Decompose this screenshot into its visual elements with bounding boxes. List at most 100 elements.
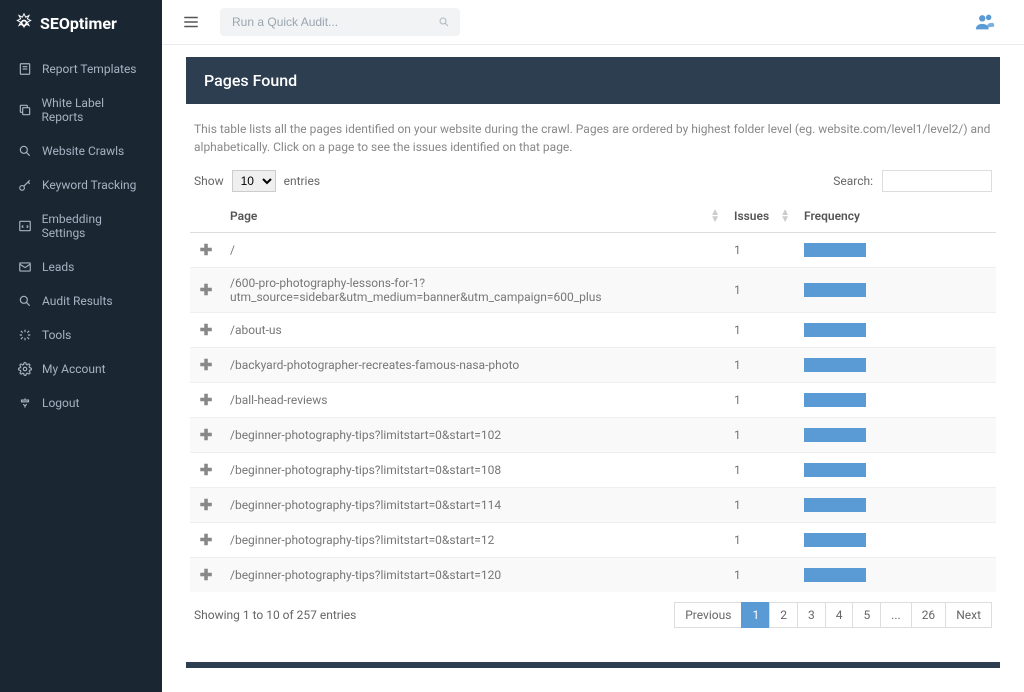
pages-found-panel: Pages Found This table lists all the pag… xyxy=(186,57,1000,642)
sidebar-item-label: My Account xyxy=(42,362,106,376)
sidebar-item-leads[interactable]: Leads xyxy=(0,250,162,284)
sidebar-item-label: Embedding Settings xyxy=(42,212,146,240)
frequency-cell xyxy=(796,233,996,268)
table-row[interactable]: ✚ /backyard-photographer-recreates-famou… xyxy=(190,348,996,383)
showing-info: Showing 1 to 10 of 257 entries xyxy=(194,608,356,622)
sidebar-item-logout[interactable]: Logout xyxy=(0,386,162,420)
sidebar-item-account[interactable]: My Account xyxy=(0,352,162,386)
page-cell: / xyxy=(222,233,726,268)
frequency-bar xyxy=(804,498,866,512)
search-icon xyxy=(16,144,34,158)
topbar xyxy=(162,0,1024,45)
expand-button[interactable]: ✚ xyxy=(200,356,213,374)
pages-table: Page▲▼ Issues▲▼ Frequency ✚ / 1 ✚ /600-p… xyxy=(190,200,996,592)
user-menu-button[interactable] xyxy=(974,11,996,33)
sidebar-item-crawls[interactable]: Website Crawls xyxy=(0,134,162,168)
page-button[interactable]: Next xyxy=(945,602,992,628)
expand-column xyxy=(190,200,222,233)
frequency-bar xyxy=(804,568,866,582)
frequency-bar xyxy=(804,428,866,442)
page-button[interactable]: 1 xyxy=(741,602,770,628)
expand-button[interactable]: ✚ xyxy=(200,321,213,339)
expand-button[interactable]: ✚ xyxy=(200,531,213,549)
quick-audit-input[interactable] xyxy=(220,8,460,36)
logo-icon xyxy=(14,13,34,33)
pagination: Previous12345...26Next xyxy=(674,602,992,628)
page-cell: /beginner-photography-tips?limitstart=0&… xyxy=(222,558,726,593)
expand-button[interactable]: ✚ xyxy=(200,241,213,259)
brand-logo[interactable]: SEOptimer xyxy=(0,0,162,46)
table-row[interactable]: ✚ / 1 xyxy=(190,233,996,268)
table-row[interactable]: ✚ /beginner-photography-tips?limitstart=… xyxy=(190,418,996,453)
sidebar-item-whitelabel[interactable]: White Label Reports xyxy=(0,86,162,134)
issues-cell: 1 xyxy=(726,233,796,268)
sidebar-item-label: Leads xyxy=(42,260,74,274)
table-search: Search: xyxy=(833,170,992,192)
table-row[interactable]: ✚ /beginner-photography-tips?limitstart=… xyxy=(190,453,996,488)
frequency-cell xyxy=(796,313,996,348)
sidebar-item-label: White Label Reports xyxy=(42,96,146,124)
page-button[interactable]: 4 xyxy=(825,602,854,628)
copy-icon xyxy=(16,103,34,117)
table-controls: Show 10 entries Search: xyxy=(190,170,996,200)
sidebar-item-embedding[interactable]: Embedding Settings xyxy=(0,202,162,250)
frequency-bar xyxy=(804,533,866,547)
frequency-column-header[interactable]: Frequency xyxy=(796,200,996,233)
sidebar-item-keyword[interactable]: Keyword Tracking xyxy=(0,168,162,202)
issues-cell: 1 xyxy=(726,418,796,453)
expand-button[interactable]: ✚ xyxy=(200,496,213,514)
frequency-cell xyxy=(796,453,996,488)
expand-button[interactable]: ✚ xyxy=(200,281,213,299)
expand-button[interactable]: ✚ xyxy=(200,461,213,479)
show-entries: Show 10 entries xyxy=(194,170,320,192)
table-row[interactable]: ✚ /ball-head-reviews 1 xyxy=(190,383,996,418)
entries-select[interactable]: 10 xyxy=(232,170,276,192)
frequency-cell xyxy=(796,558,996,593)
issues-cell: 1 xyxy=(726,488,796,523)
sidebar-item-label: Logout xyxy=(42,396,79,410)
hamburger-button[interactable] xyxy=(174,9,208,35)
expand-button[interactable]: ✚ xyxy=(200,391,213,409)
page-button[interactable]: 2 xyxy=(769,602,798,628)
mail-icon xyxy=(16,260,34,274)
page-cell: /600-pro-photography-lessons-for-1?utm_s… xyxy=(222,268,726,313)
frequency-cell xyxy=(796,488,996,523)
frequency-bar xyxy=(804,243,866,257)
page-cell: /beginner-photography-tips?limitstart=0&… xyxy=(222,418,726,453)
expand-button[interactable]: ✚ xyxy=(200,426,213,444)
search-label: Search: xyxy=(833,174,873,188)
page-cell: /beginner-photography-tips?limitstart=0&… xyxy=(222,453,726,488)
issues-cell: 1 xyxy=(726,453,796,488)
page-cell: /beginner-photography-tips?limitstart=0&… xyxy=(222,488,726,523)
page-button[interactable]: ... xyxy=(880,602,912,628)
frequency-cell xyxy=(796,348,996,383)
page-button[interactable]: 5 xyxy=(852,602,881,628)
page-cell: /about-us xyxy=(222,313,726,348)
page-button[interactable]: 26 xyxy=(911,602,947,628)
frequency-bar xyxy=(804,283,866,297)
page-cell: /backyard-photographer-recreates-famous-… xyxy=(222,348,726,383)
table-row[interactable]: ✚ /about-us 1 xyxy=(190,313,996,348)
sidebar-item-templates[interactable]: Report Templates xyxy=(0,52,162,86)
sidebar-item-tools[interactable]: Tools xyxy=(0,318,162,352)
frequency-bar xyxy=(804,358,866,372)
page-button[interactable]: 3 xyxy=(797,602,826,628)
frequency-bar xyxy=(804,323,866,337)
page-column-header[interactable]: Page▲▼ xyxy=(222,200,726,233)
table-row[interactable]: ✚ /beginner-photography-tips?limitstart=… xyxy=(190,488,996,523)
expand-button[interactable]: ✚ xyxy=(200,566,213,584)
table-search-input[interactable] xyxy=(882,170,992,192)
sort-icon: ▲▼ xyxy=(780,209,790,223)
issues-cell: 1 xyxy=(726,348,796,383)
frequency-cell xyxy=(796,383,996,418)
table-row[interactable]: ✚ /beginner-photography-tips?limitstart=… xyxy=(190,558,996,593)
frequency-bar xyxy=(804,393,866,407)
show-prefix: Show xyxy=(194,174,224,188)
page-cell: /ball-head-reviews xyxy=(222,383,726,418)
sidebar-item-audit[interactable]: Audit Results xyxy=(0,284,162,318)
frequency-cell xyxy=(796,523,996,558)
table-row[interactable]: ✚ /600-pro-photography-lessons-for-1?utm… xyxy=(190,268,996,313)
issues-column-header[interactable]: Issues▲▼ xyxy=(726,200,796,233)
table-row[interactable]: ✚ /beginner-photography-tips?limitstart=… xyxy=(190,523,996,558)
page-button[interactable]: Previous xyxy=(674,602,742,628)
